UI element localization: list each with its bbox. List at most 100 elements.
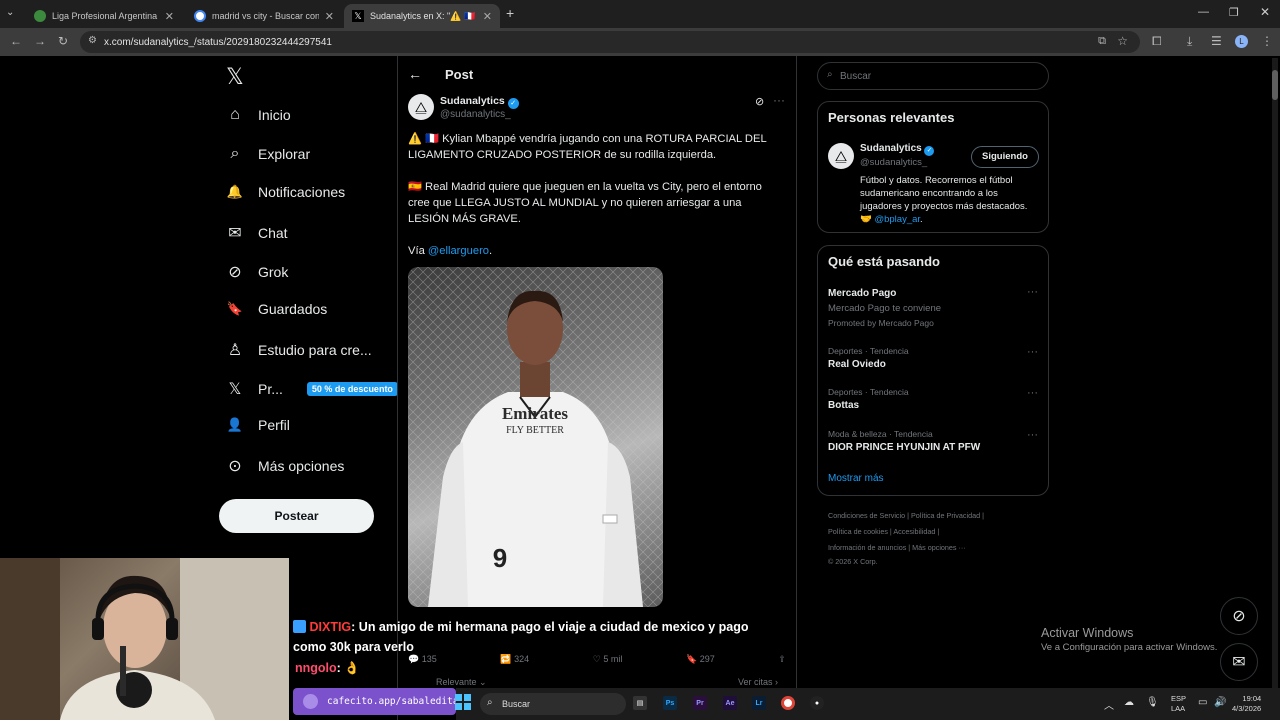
address-bar[interactable]: ⚙ x.com/sudanalytics_/status/20291802324… [80, 31, 1140, 53]
nav-item-guardados[interactable]: 🔖 Guardados [226, 301, 327, 317]
trending-title: Qué está pasando [828, 254, 940, 269]
post-button[interactable]: Postear [219, 499, 374, 533]
nav-item-grok[interactable]: ⊘ Grok [226, 262, 288, 282]
close-icon[interactable]: ✕ [325, 10, 334, 23]
show-more-link[interactable]: Mostrar más [828, 473, 884, 484]
search-input[interactable]: ⌕ Buscar [817, 62, 1049, 90]
taskbar-search-input[interactable]: ⌕ Buscar [480, 693, 626, 715]
photoshop-icon[interactable]: Ps [663, 696, 677, 710]
footer-links-3[interactable]: Información de anuncios | Más opciones ·… [828, 543, 966, 552]
nav-item-notificaciones[interactable]: 🔔 Notificaciones [226, 184, 345, 200]
author-name[interactable]: Sudanalytics ✓ [440, 95, 519, 109]
microphone-icon[interactable]: 🎙 [1146, 697, 1159, 708]
language-indicator[interactable]: ESP LAA [1171, 694, 1186, 714]
grok-explain-icon[interactable]: ⊘ [755, 95, 764, 108]
clock[interactable]: 19:04 4/3/2026 [1232, 694, 1261, 714]
tray-app-icon[interactable]: ☁ [1124, 697, 1134, 708]
reading-list-icon[interactable]: ☰ [1211, 34, 1222, 48]
site-info-icon[interactable]: ⚙ [88, 35, 97, 46]
search-icon: ⌕ [230, 145, 240, 162]
volume-icon[interactable]: 🔊 [1214, 697, 1226, 708]
tab-google[interactable]: madrid vs city - Buscar con Goo ✕ [186, 4, 342, 28]
window-close-icon[interactable]: ✕ [1260, 5, 1270, 19]
more-icon[interactable]: ··· [1027, 429, 1038, 441]
author-handle[interactable]: @sudanalytics_ [440, 109, 511, 120]
relevant-person-handle[interactable]: @sudanalytics_ [860, 157, 927, 168]
tweet-via: Vía @ellarguero. [408, 245, 493, 257]
messages-fab-icon[interactable]: ✉ [1220, 643, 1258, 681]
nav-item-perfil[interactable]: 👤 Perfil [226, 417, 290, 433]
close-icon[interactable]: ✕ [483, 10, 492, 23]
extensions-icon[interactable]: ⧠ [1152, 34, 1162, 49]
nav-item-chat[interactable]: ✉ Chat [226, 223, 287, 243]
profile-avatar[interactable]: L [1235, 35, 1248, 48]
scrollbar[interactable] [1272, 58, 1278, 718]
restore-icon[interactable]: ❐ [1229, 6, 1239, 19]
tweet-paragraph-1: ⚠️ 🇫🇷 Kylian Mbappé vendría jugando con … [408, 133, 767, 161]
relevant-people-title: Personas relevantes [828, 110, 955, 125]
back-icon[interactable]: ← [10, 34, 22, 48]
more-icon[interactable]: ··· [773, 93, 785, 107]
browser-toolbar: ← → ↻ ⚙ x.com/sudanalytics_/status/20291… [0, 28, 1280, 56]
relevant-person-name[interactable]: Sudanalytics ✓ [860, 143, 935, 156]
more-icon[interactable]: ··· [1027, 346, 1038, 358]
nav-item-explorar[interactable]: ⌕ Explorar [226, 145, 311, 163]
footer-links-1[interactable]: Condiciones de Servicio | Política de Pr… [828, 511, 984, 520]
webcam-overlay [0, 558, 289, 720]
trend-item[interactable]: Deportes · Tendencia Real Oviedo [828, 346, 909, 370]
lightroom-icon[interactable]: Lr [752, 696, 766, 710]
nav-item-premium[interactable]: 𝕏 Pr... 50 % de descuento [226, 379, 398, 399]
back-arrow-icon[interactable]: ← [408, 66, 422, 82]
grok-fab-icon[interactable]: ⊘ [1220, 597, 1258, 635]
bio-mention-link[interactable]: @bplay_ar [874, 214, 920, 225]
footer-links-2[interactable]: Política de cookies | Accesibilidad | [828, 527, 939, 536]
promo-item[interactable]: Mercado Pago Mercado Pago te conviene Pr… [828, 288, 941, 328]
after-effects-icon[interactable]: Ae [723, 696, 737, 710]
google-favicon-icon [194, 10, 206, 22]
jersey-sponsor: Emirates [502, 404, 568, 423]
tray-chevron-icon[interactable]: ︿ [1104, 697, 1114, 712]
tab-liga[interactable]: Liga Profesional Argentina - PC ✕ [26, 4, 182, 28]
scrollbar-thumb[interactable] [1272, 70, 1278, 100]
bookmark-star-icon[interactable]: ☆ [1117, 34, 1128, 48]
mention-link[interactable]: @ellarguero [428, 245, 489, 257]
relevant-person-bio: Fútbol y datos. Recorremos el fútbol sud… [860, 175, 1028, 225]
obs-icon[interactable]: ● [810, 696, 824, 710]
tweet-photo[interactable]: Emirates FLY BETTER 9 [408, 267, 663, 607]
new-tab-button[interactable]: + [506, 5, 514, 21]
x-logo-icon[interactable]: 𝕏 [226, 64, 244, 90]
reload-icon[interactable]: ↻ [58, 34, 68, 48]
avatar[interactable]: ⧋ [408, 94, 434, 120]
close-icon[interactable]: ✕ [165, 10, 174, 23]
premiere-icon[interactable]: Pr [693, 696, 707, 710]
more-icon[interactable]: ··· [1027, 286, 1038, 298]
chat-badge-icon [293, 620, 306, 633]
windows-start-icon[interactable] [455, 694, 471, 710]
relevant-people-card: Personas relevantes ⧋ Sudanalytics ✓ @su… [817, 101, 1049, 233]
nav-item-mas-opciones[interactable]: ⊙ Más opciones [226, 456, 344, 476]
forward-icon[interactable]: → [34, 34, 46, 48]
nav-item-inicio[interactable]: ⌂ Inicio [226, 106, 291, 124]
minimize-icon[interactable]: — [1198, 6, 1209, 18]
more-icon[interactable]: ··· [1027, 387, 1038, 399]
tab-search-icon[interactable]: ⌄ [6, 7, 14, 18]
install-icon[interactable]: ⧉ [1098, 35, 1106, 48]
browser-menu-icon[interactable]: ⋮ [1261, 34, 1273, 48]
avatar[interactable]: ⧋ [828, 143, 854, 169]
bookmark-icon: 🔖 [226, 301, 244, 316]
chrome-icon[interactable] [781, 696, 795, 710]
trend-item[interactable]: Moda & belleza · Tendencia DIOR PRINCE H… [828, 429, 980, 453]
monitor-icon[interactable]: ▭ [1198, 697, 1207, 708]
share-icon[interactable]: ⇪ [778, 654, 786, 665]
grok-icon: ⊘ [228, 264, 242, 281]
file-explorer-icon[interactable]: ▤ [633, 696, 647, 710]
following-button[interactable]: Siguiendo [971, 146, 1039, 168]
url-text: x.com/sudanalytics_/status/2029180232444… [104, 36, 332, 48]
view-quotes-link[interactable]: Ver citas › [738, 677, 778, 687]
profile-icon: 👤 [226, 417, 244, 432]
nav-item-estudio[interactable]: ♙ Estudio para cre... [226, 340, 372, 360]
trend-item[interactable]: Deportes · Tendencia Bottas [828, 387, 909, 411]
download-icon[interactable]: ⤓ [1187, 34, 1192, 49]
sort-relevant[interactable]: Relevante ⌄ [436, 677, 487, 688]
tab-x-post[interactable]: 𝕏 Sudanalytics en X: "⚠️ 🇫🇷 Kylian ✕ [344, 4, 500, 28]
